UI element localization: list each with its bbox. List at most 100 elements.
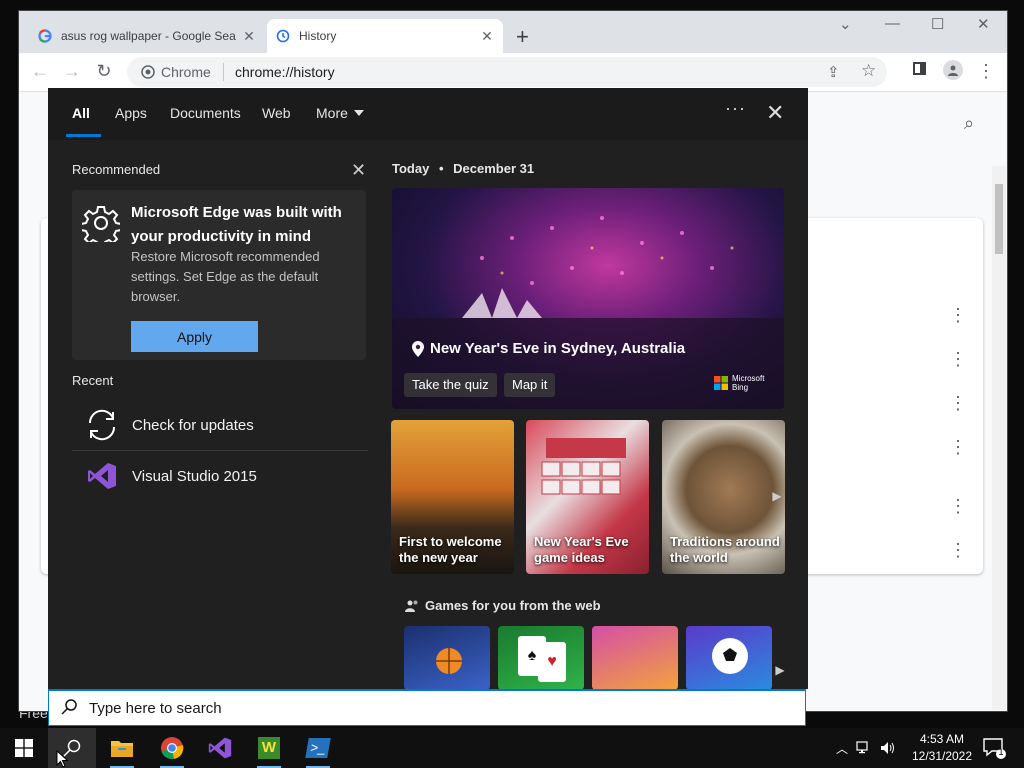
system-tray: ︿ [836,728,896,768]
google-icon [37,28,53,44]
dismiss-recommended-icon[interactable]: ✕ [351,160,366,181]
people-icon [405,600,418,612]
close-window-icon[interactable]: ✕ [977,15,990,33]
row-menu-icon[interactable]: ⋮ [949,438,967,456]
today-label: Today [392,161,430,176]
tab-all[interactable]: All [72,105,90,121]
caret-down-icon [353,110,364,116]
close-tab-icon[interactable]: ✕ [479,28,495,45]
map-it-button[interactable]: Map it [504,373,556,397]
history-icon [275,28,291,44]
gear-icon [80,204,122,248]
url-text[interactable]: chrome://history [235,64,335,80]
tab-google-search[interactable]: asus rog wallpaper - Google Sea ✕ [29,19,265,53]
powershell-taskbar-button[interactable]: >_ [294,728,342,768]
visual-studio-taskbar-button[interactable] [196,728,244,768]
close-tab-icon[interactable]: ✕ [241,28,257,45]
active-tab-indicator [66,134,101,137]
row-menu-icon[interactable]: ⋮ [949,541,967,559]
site-label: Chrome [161,64,211,80]
game-tile-solitaire[interactable]: ♠ ♥ [498,626,584,689]
tab-search-icon[interactable]: ⌄ [839,15,852,33]
taskbar-search-box[interactable] [48,689,806,726]
card-heart-icon: ♥ [538,642,566,682]
tab-documents[interactable]: Documents [170,105,241,121]
start-button[interactable] [0,728,48,768]
back-icon[interactable]: ← [29,61,51,82]
maximize-icon[interactable]: ☐ [931,15,944,33]
folder-icon [111,741,133,757]
take-quiz-button[interactable]: Take the quiz [404,373,497,397]
next-tiles-arrow-icon[interactable]: ▶ [769,484,785,508]
file-explorer-button[interactable] [98,728,146,768]
show-hidden-icons-chevron-icon[interactable]: ︿ [836,740,848,757]
row-menu-icon[interactable]: ⋮ [949,350,967,368]
search-history-icon[interactable]: ⌕ [964,113,974,134]
powershell-icon: >_ [305,738,331,758]
today-date: December 31 [453,161,535,176]
share-icon[interactable]: ⇪ [827,63,840,81]
game-tile-basketball[interactable] [404,626,490,689]
search-icon [61,698,77,718]
game-tile-soccer[interactable] [686,626,772,689]
tile-traditions[interactable]: Traditions around the world [662,420,785,574]
visual-studio-icon [72,461,132,491]
sync-icon [72,408,132,442]
dot-separator: • [438,161,444,176]
clock-time: 4:53 AM [919,732,965,746]
bookmark-star-icon[interactable]: ☆ [861,61,876,81]
side-panel-icon[interactable] [913,62,926,75]
visual-studio-icon [208,737,232,759]
microsoft-bing-logo: Microsoft Bing [714,374,764,392]
close-panel-icon[interactable]: ✕ [766,100,784,126]
basketball-icon [436,648,462,674]
recent-heading: Recent [72,373,114,388]
soccer-ball-icon [712,638,748,674]
recent-item-label: Visual Studio 2015 [132,467,257,485]
profile-avatar[interactable] [943,60,963,80]
location-pin-icon [412,340,424,357]
minimize-icon[interactable]: — [885,15,900,32]
volume-icon[interactable] [880,741,896,755]
bingo-card-illustration [541,438,626,495]
tile-first-to-welcome[interactable]: First to welcome the new year [391,420,514,574]
w-app-taskbar-button[interactable]: W [245,728,293,768]
tab-apps[interactable]: Apps [115,105,147,121]
recommended-card[interactable]: Microsoft Edge was built with your produ… [72,190,366,360]
search-input[interactable] [87,698,771,718]
forward-icon[interactable]: → [61,61,83,82]
chrome-taskbar-button[interactable] [148,728,196,768]
recent-item-label: Check for updates [132,416,254,434]
tile-label: New Year's Eve game ideas [534,534,629,565]
taskbar: W >_ ︿ 4:53 AM 12/31/2022 1 [0,728,1024,768]
chrome-site-icon [141,65,155,79]
new-tab-button[interactable]: + [516,24,529,50]
tile-label: First to welcome the new year [399,534,502,565]
page-scrollbar[interactable] [992,166,1006,710]
hero-image-sydney-fireworks[interactable]: New Year's Eve in Sydney, Australia Take… [392,188,784,409]
more-options-icon[interactable]: ··· [725,98,746,119]
chrome-menu-icon[interactable]: ⋮ [975,61,997,82]
tab-web[interactable]: Web [262,105,291,121]
reload-icon[interactable]: ↻ [93,61,115,82]
recent-item-check-for-updates[interactable]: Check for updates [72,400,368,451]
row-menu-icon[interactable]: ⋮ [949,394,967,412]
tile-game-ideas[interactable]: New Year's Eve game ideas [526,420,649,574]
apply-button[interactable]: Apply [131,321,258,352]
mouse-cursor-icon [56,750,69,768]
address-bar[interactable]: Chrome chrome://history ⇪ ☆ [127,57,887,87]
action-center-button[interactable]: 1 [982,736,1006,763]
scrollbar-thumb[interactable] [995,184,1003,254]
game-tile-candy[interactable] [592,626,678,689]
row-menu-icon[interactable]: ⋮ [949,497,967,515]
tab-more[interactable]: More [316,105,364,121]
w-app-icon: W [258,737,280,759]
recent-item-visual-studio[interactable]: Visual Studio 2015 [72,451,368,501]
site-info[interactable]: Chrome [141,64,211,80]
row-menu-icon[interactable]: ⋮ [949,306,967,324]
windows-logo-icon [15,739,33,757]
tab-history[interactable]: History ✕ [267,19,503,53]
next-games-arrow-icon[interactable]: ▶ [772,658,788,682]
clock[interactable]: 4:53 AM 12/31/2022 [910,731,974,765]
network-icon[interactable] [856,741,872,755]
